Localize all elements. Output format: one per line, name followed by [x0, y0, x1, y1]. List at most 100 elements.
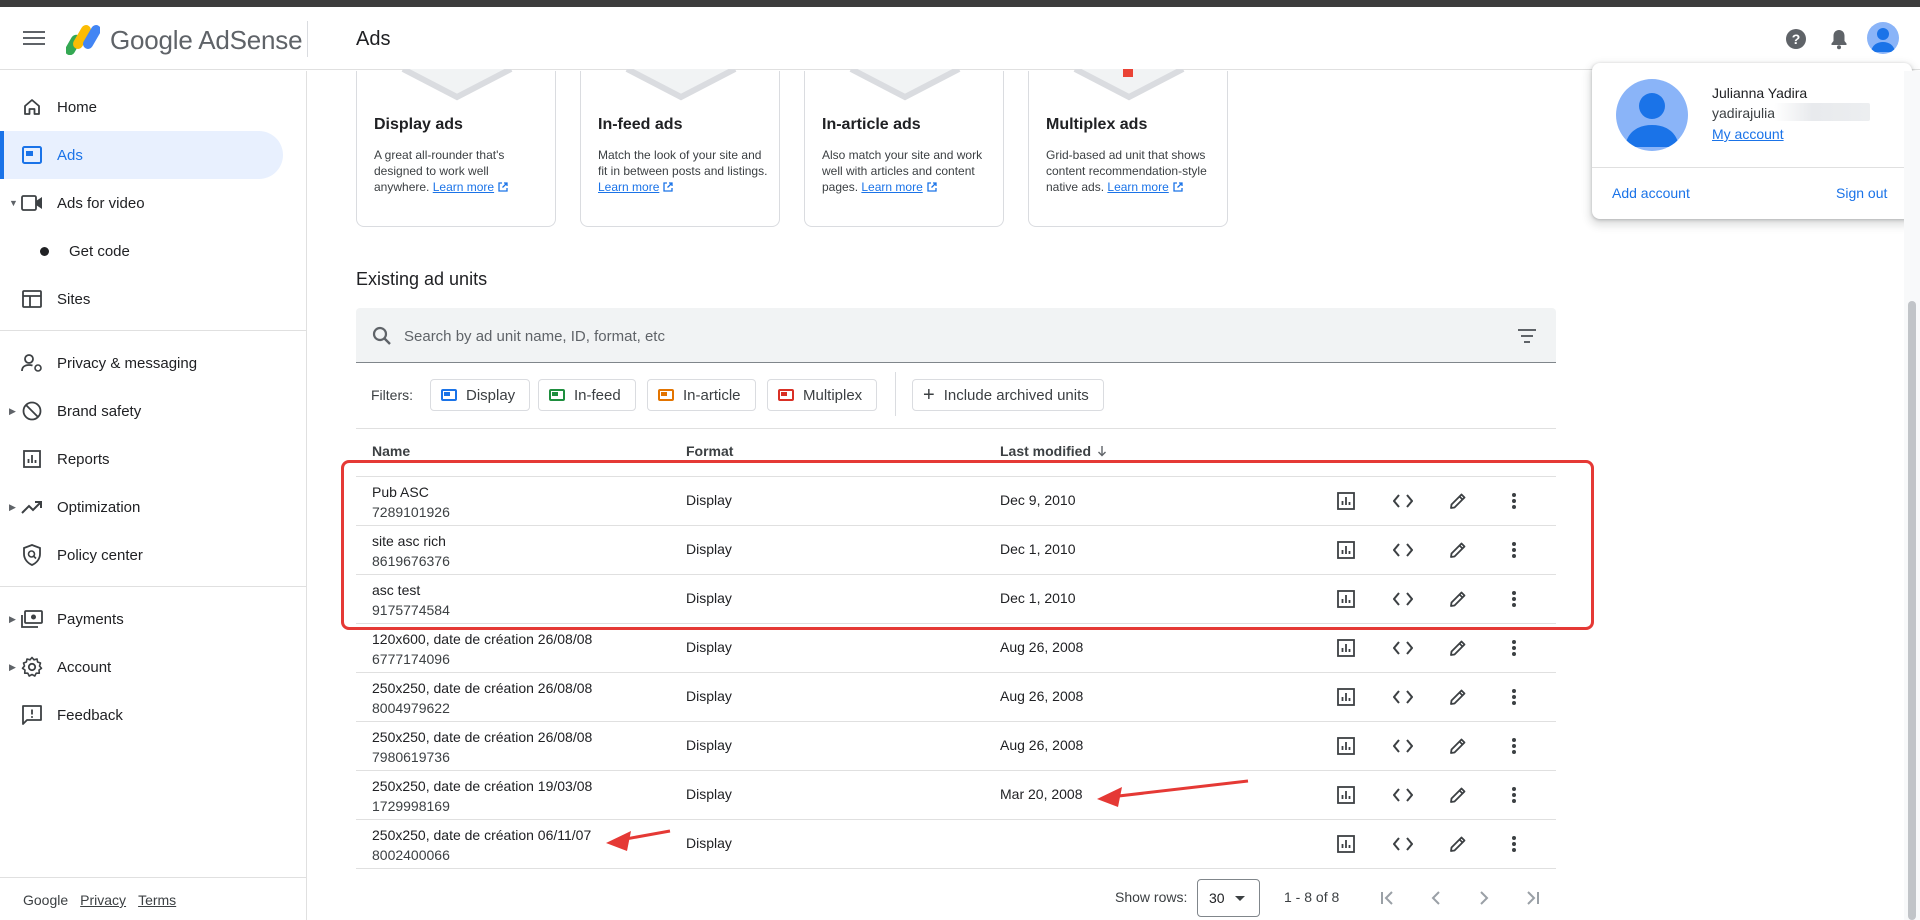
- card-illustration-icon: [849, 69, 961, 101]
- sidebar-item-optimization[interactable]: ▶ Optimization: [0, 483, 283, 531]
- main-menu-button[interactable]: [20, 27, 48, 51]
- report-icon[interactable]: [1334, 636, 1358, 660]
- edit-pencil-icon[interactable]: [1446, 783, 1470, 807]
- page-scrollbar[interactable]: [1904, 71, 1920, 920]
- ad-unit-format: Display: [686, 737, 732, 753]
- table-row[interactable]: 120x600, date de création 26/08/08 677717…: [356, 624, 1556, 673]
- my-account-link[interactable]: My account: [1712, 126, 1784, 142]
- learn-more-link[interactable]: Learn more: [598, 180, 674, 194]
- sidebar-item-brand-safety[interactable]: ▶ Brand safety: [0, 387, 283, 435]
- sidebar-item-ads[interactable]: Ads: [0, 131, 283, 179]
- sidebar-item-label: Get code: [69, 242, 130, 260]
- learn-more-link[interactable]: Learn more: [1107, 180, 1183, 194]
- ad-unit-search-bar: [356, 308, 1556, 363]
- table-row[interactable]: 250x250, date de création 26/08/08 800497…: [356, 673, 1556, 722]
- search-input[interactable]: [404, 324, 1484, 348]
- edit-pencil-icon[interactable]: [1446, 636, 1470, 660]
- report-icon[interactable]: [1334, 734, 1358, 758]
- filter-chip-display[interactable]: Display: [430, 379, 531, 411]
- more-options-icon[interactable]: [1502, 832, 1526, 856]
- learn-more-link[interactable]: Learn more: [433, 180, 508, 194]
- edit-pencil-icon[interactable]: [1446, 734, 1470, 758]
- sidebar-item-reports[interactable]: Reports: [0, 435, 283, 483]
- sidebar-item-sites[interactable]: Sites: [0, 275, 283, 323]
- notifications-bell-icon[interactable]: [1825, 25, 1853, 53]
- card-description: A great all-rounder that's designed to w…: [374, 147, 544, 195]
- sidebar-item-payments[interactable]: ▶ Payments: [0, 595, 283, 643]
- filter-separator: [895, 372, 896, 416]
- sidebar-item-policy-center[interactable]: Policy center: [0, 531, 283, 579]
- more-options-icon[interactable]: [1502, 636, 1526, 660]
- include-archived-button[interactable]: + Include archived units: [912, 379, 1104, 411]
- ad-type-card-in-feed[interactable]: In-feed ads Match the look of your site …: [580, 69, 780, 227]
- sidebar-item-label: Optimization: [57, 498, 141, 516]
- previous-page-icon[interactable]: [1423, 885, 1449, 911]
- ad-unit-name[interactable]: 250x250, date de création 06/11/07: [372, 825, 591, 845]
- rows-per-page-select[interactable]: 30: [1197, 879, 1260, 917]
- column-header-format[interactable]: Format: [686, 443, 733, 459]
- report-icon[interactable]: [1334, 783, 1358, 807]
- sidebar-item-ads-for-video[interactable]: ▼ Ads for video: [0, 179, 283, 227]
- ad-unit-name[interactable]: 250x250, date de création 19/03/08: [372, 776, 592, 796]
- sidebar-item-label: Account: [57, 658, 112, 676]
- ad-type-card-display[interactable]: Display ads A great all-rounder that's d…: [356, 69, 556, 227]
- sidebar-item-get-code[interactable]: Get code: [0, 227, 283, 275]
- ad-unit-id: 6777174096: [372, 651, 450, 667]
- filter-chip-in-article[interactable]: In-article: [647, 379, 756, 411]
- expand-caret-icon: ▼: [9, 198, 18, 208]
- page-title: Ads: [356, 28, 391, 50]
- edit-pencil-icon[interactable]: [1446, 685, 1470, 709]
- column-header-name[interactable]: Name: [372, 443, 410, 459]
- filter-list-icon[interactable]: [1516, 325, 1538, 347]
- sidebar-item-label: Feedback: [57, 706, 123, 724]
- svg-text:?: ?: [1792, 31, 1801, 47]
- ad-unit-name[interactable]: 250x250, date de création 26/08/08: [372, 678, 592, 698]
- add-account-button[interactable]: Add account: [1612, 185, 1690, 201]
- pagination-range: 1 - 8 of 8: [1284, 889, 1340, 905]
- footer-privacy-link[interactable]: Privacy: [80, 892, 126, 908]
- report-icon[interactable]: [1334, 832, 1358, 856]
- footer-terms-link[interactable]: Terms: [138, 892, 176, 908]
- multiplex-format-icon: [778, 389, 794, 401]
- sign-out-button[interactable]: Sign out: [1836, 185, 1887, 201]
- ad-unit-format: Display: [686, 835, 732, 851]
- sidebar-item-feedback[interactable]: Feedback: [0, 691, 283, 739]
- scrollbar-thumb[interactable]: [1908, 301, 1916, 920]
- get-code-icon[interactable]: [1391, 734, 1415, 758]
- table-row[interactable]: 250x250, date de création 26/08/08 798061…: [356, 722, 1556, 771]
- sidebar-item-privacy-messaging[interactable]: Privacy & messaging: [0, 339, 283, 387]
- help-icon[interactable]: ?: [1782, 25, 1810, 53]
- filters-label: Filters:: [371, 387, 413, 403]
- table-row[interactable]: 250x250, date de création 19/03/08 172999…: [356, 771, 1556, 820]
- ad-type-card-in-article[interactable]: In-article ads Also match your site and …: [804, 69, 1004, 227]
- report-icon[interactable]: [1334, 685, 1358, 709]
- sidebar-divider: [0, 586, 307, 587]
- sidebar-item-home[interactable]: Home: [0, 83, 283, 131]
- get-code-icon[interactable]: [1391, 636, 1415, 660]
- learn-more-link[interactable]: Learn more: [861, 180, 937, 194]
- more-options-icon[interactable]: [1502, 734, 1526, 758]
- sidebar-item-label: Reports: [57, 450, 110, 468]
- last-page-icon[interactable]: [1519, 885, 1545, 911]
- filter-chip-multiplex[interactable]: Multiplex: [767, 379, 878, 411]
- sidebar-item-label: Ads: [57, 146, 83, 164]
- more-options-icon[interactable]: [1502, 783, 1526, 807]
- ad-type-card-multiplex[interactable]: Multiplex ads Grid-based ad unit that sh…: [1028, 69, 1228, 227]
- column-header-last-modified[interactable]: Last modified: [1000, 443, 1107, 459]
- sidebar-divider: [0, 877, 307, 878]
- more-options-icon[interactable]: [1502, 685, 1526, 709]
- account-avatar-button[interactable]: [1867, 22, 1899, 54]
- first-page-icon[interactable]: [1375, 885, 1401, 911]
- ad-unit-name[interactable]: 250x250, date de création 26/08/08: [372, 727, 592, 747]
- ad-unit-format: Display: [686, 688, 732, 704]
- table-row[interactable]: 250x250, date de création 06/11/07 800240…: [356, 820, 1556, 869]
- get-code-icon[interactable]: [1391, 783, 1415, 807]
- plus-icon: +: [923, 384, 935, 406]
- sidebar-item-account[interactable]: ▶ Account: [0, 643, 283, 691]
- next-page-icon[interactable]: [1471, 885, 1497, 911]
- get-code-icon[interactable]: [1391, 832, 1415, 856]
- get-code-icon[interactable]: [1391, 685, 1415, 709]
- ad-unit-name[interactable]: 120x600, date de création 26/08/08: [372, 629, 592, 649]
- filter-chip-in-feed[interactable]: In-feed: [538, 379, 636, 411]
- edit-pencil-icon[interactable]: [1446, 832, 1470, 856]
